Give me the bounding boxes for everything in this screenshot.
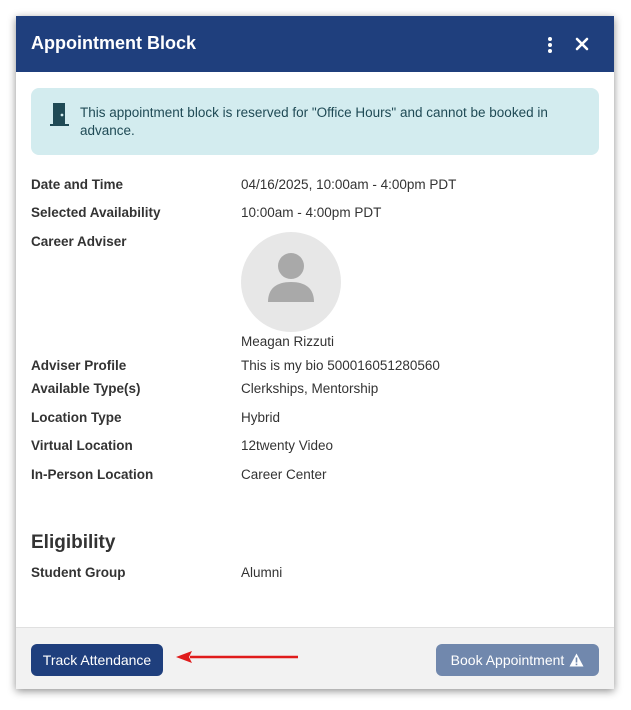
door-icon — [50, 103, 69, 126]
availability-value: 10:00am - 4:00pm PDT — [241, 205, 382, 220]
in-person-location-label: In-Person Location — [31, 467, 154, 482]
notice-text: This appointment block is reserved for "… — [80, 105, 548, 138]
career-adviser-label: Career Adviser — [31, 234, 127, 249]
location-type-label: Location Type — [31, 410, 122, 425]
date-time-label: Date and Time — [31, 177, 124, 192]
track-attendance-button[interactable]: Track Attendance — [31, 644, 163, 676]
annotation-arrow — [176, 651, 298, 663]
adviser-profile-label: Adviser Profile — [31, 358, 127, 373]
virtual-location-value: 12twenty Video — [241, 438, 334, 453]
eligibility-heading: Eligibility — [31, 532, 116, 553]
adviser-profile-value: This is my bio 500016051280560 — [241, 358, 440, 373]
virtual-location-label: Virtual Location — [31, 438, 133, 453]
kebab-vertical-icon[interactable] — [544, 36, 556, 54]
available-types-value: Clerkships, Mentorship — [241, 381, 379, 396]
available-types-label: Available Type(s) — [31, 381, 141, 396]
student-group-value: Alumni — [241, 565, 283, 580]
date-time-value: 04/16/2025, 10:00am - 4:00pm PDT — [241, 177, 457, 192]
location-type-value: Hybrid — [241, 410, 281, 425]
in-person-location-value: Career Center — [241, 467, 327, 482]
appointment-block-modal: Appointment Block This appointment block… — [16, 16, 614, 689]
avatar — [241, 232, 341, 332]
modal-footer: Track Attendance Book Appointment — [16, 627, 614, 689]
user-avatar-icon — [268, 253, 314, 302]
availability-label: Selected Availability — [31, 205, 161, 220]
warning-icon — [569, 653, 584, 667]
book-appointment-button[interactable]: Book Appointment — [436, 644, 599, 676]
adviser-name: Meagan Rizzuti — [241, 334, 335, 349]
close-icon[interactable] — [574, 35, 590, 53]
modal-title: Appointment Block — [31, 33, 196, 53]
track-attendance-label: Track Attendance — [42, 652, 152, 668]
modal-header: Appointment Block — [16, 16, 614, 72]
student-group-label: Student Group — [31, 565, 126, 580]
book-appointment-label: Book Appointment — [450, 652, 565, 668]
office-hours-notice: This appointment block is reserved for "… — [31, 88, 599, 155]
